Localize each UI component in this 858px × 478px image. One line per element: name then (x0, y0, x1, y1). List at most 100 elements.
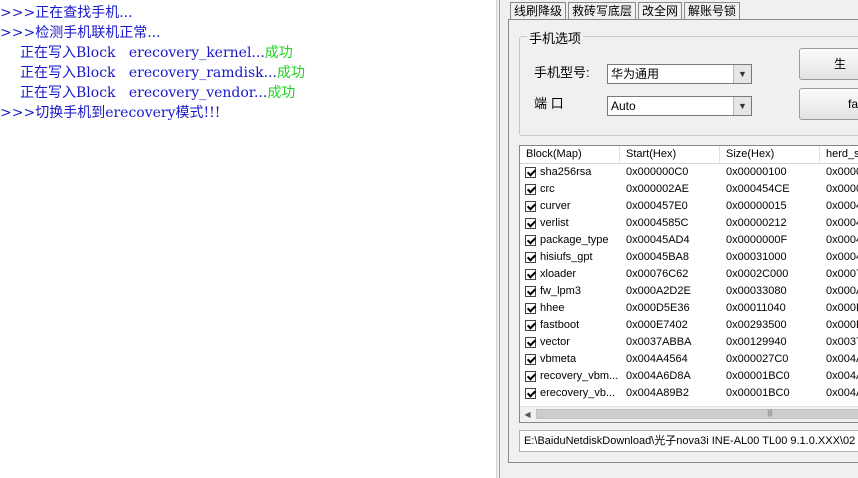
group-title: 手机选项 (527, 28, 584, 47)
block-cell: vector (520, 334, 620, 351)
table-row[interactable]: hhee 0x000D5E36 0x00011040 0x000D (520, 300, 858, 317)
table-row[interactable]: xloader 0x00076C62 0x0002C000 0x0007 (520, 266, 858, 283)
start-cell: 0x000000C0 (626, 166, 689, 178)
tab-content: 手机选项 手机型号: 华为通用 ▼ 端 口 Auto ▼ 生 fa Block(… (508, 19, 858, 463)
size-cell: 0x0002C000 (726, 268, 789, 280)
table-row[interactable]: sha256rsa 0x000000C0 0x00000100 0x0000 (520, 164, 858, 181)
column-header-herd[interactable]: herd_s (820, 146, 858, 163)
scroll-left-icon[interactable]: ◀ (520, 407, 535, 422)
row-checkbox[interactable] (525, 388, 536, 399)
start-cell: 0x004A6D8A (626, 370, 691, 382)
row-checkbox[interactable] (525, 235, 536, 246)
block-cell: vbmeta (520, 351, 620, 368)
status-success: 成功 (276, 65, 305, 81)
table-row[interactable]: verlist 0x0004585C 0x00000212 0x0004 (520, 215, 858, 232)
herd-cell: 0x004A (826, 370, 858, 382)
block-cell: recovery_vbm... (520, 368, 620, 385)
table-row[interactable]: package_type 0x00045AD4 0x0000000F 0x0004 (520, 232, 858, 249)
scrollbar-thumb[interactable]: ||| (536, 409, 858, 419)
action-button[interactable]: fa (799, 88, 858, 120)
log-line: 正在写入Block erecovery_ramdisk...成功 (20, 65, 305, 81)
size-cell: 0x00000100 (726, 166, 787, 178)
table-row[interactable]: curver 0x000457E0 0x00000015 0x0004 (520, 198, 858, 215)
tab-flash-downgrade[interactable]: 线刷降级 (510, 2, 567, 19)
table-row[interactable]: hisiufs_gpt 0x00045BA8 0x00031000 0x0004 (520, 249, 858, 266)
size-cell: 0x00011040 (726, 302, 786, 314)
row-checkbox[interactable] (525, 252, 536, 263)
herd-cell: 0x0007 (826, 268, 858, 280)
list-rows: sha256rsa 0x000000C0 0x00000100 0x0000 crc 0x… (520, 164, 858, 402)
herd-cell: 0x0037 (826, 336, 858, 348)
start-cell: 0x000457E0 (626, 200, 688, 212)
model-select[interactable]: 华为通用 ▼ (607, 64, 752, 84)
tab-unbrick[interactable]: 救砖写底层 (568, 2, 637, 19)
phone-options-group: 手机选项 手机型号: 华为通用 ▼ 端 口 Auto ▼ 生 fa (519, 28, 858, 136)
row-checkbox[interactable] (525, 167, 536, 178)
herd-cell: 0x004A (826, 387, 858, 399)
row-checkbox[interactable] (525, 201, 536, 212)
herd-cell: 0x0000 (826, 166, 858, 178)
size-cell: 0x00031000 (726, 251, 787, 263)
tab-unlock-account[interactable]: 解账号锁 (684, 2, 741, 19)
row-checkbox[interactable] (525, 354, 536, 365)
start-cell: 0x0037ABBA (626, 336, 692, 348)
start-cell: 0x00045AD4 (626, 234, 690, 246)
tab-change-network[interactable]: 改全网 (638, 2, 683, 19)
generate-button[interactable]: 生 (799, 48, 858, 80)
chevron-down-icon[interactable]: ▼ (733, 65, 751, 83)
row-checkbox[interactable] (525, 337, 536, 348)
herd-cell: 0x000A (826, 285, 858, 297)
log-output: >>>正在查找手机... >>>检测手机联机正常... 正在写入Block er… (0, 0, 496, 478)
row-checkbox[interactable] (525, 184, 536, 195)
block-cell: xloader (520, 266, 620, 283)
firmware-path-field[interactable]: E:\BaiduNetdiskDownload\光子nova3i INE-AL0… (519, 430, 858, 452)
block-name: fw_lpm3 (540, 285, 581, 297)
port-label: 端 口 (534, 96, 564, 111)
block-cell: sha256rsa (520, 164, 620, 181)
table-row[interactable]: recovery_vbm... 0x004A6D8A 0x00001BC0 0x004… (520, 368, 858, 385)
block-name: sha256rsa (540, 166, 592, 178)
horizontal-scrollbar[interactable]: ◀ ||| (520, 406, 858, 422)
block-name: vector (540, 336, 570, 348)
row-checkbox[interactable] (525, 303, 536, 314)
size-cell: 0x000027C0 (726, 353, 789, 365)
tab-bar: 线刷降级 救砖写底层 改全网 解账号锁 (510, 2, 742, 20)
block-name: crc (540, 183, 555, 195)
size-cell: 0x00033080 (726, 285, 787, 297)
start-cell: 0x000E7402 (626, 319, 688, 331)
partition-list[interactable]: Block(Map) Start(Hex) Size(Hex) herd_s s… (519, 145, 858, 423)
block-name: verlist (540, 217, 569, 229)
start-cell: 0x000D5E36 (626, 302, 690, 314)
row-checkbox[interactable] (525, 371, 536, 382)
log-line: 正在写入Block erecovery_vendor...成功 (20, 85, 296, 101)
size-cell: 0x00129940 (726, 336, 787, 348)
column-header-block[interactable]: Block(Map) (520, 146, 620, 163)
row-checkbox[interactable] (525, 286, 536, 297)
block-name: recovery_vbm... (540, 370, 619, 382)
row-checkbox[interactable] (525, 269, 536, 280)
table-row[interactable]: fw_lpm3 0x000A2D2E 0x00033080 0x000A (520, 283, 858, 300)
column-header-start[interactable]: Start(Hex) (620, 146, 720, 163)
block-cell: hhee (520, 300, 620, 317)
size-cell: 0x00001BC0 (726, 387, 790, 399)
table-row[interactable]: vbmeta 0x004A4564 0x000027C0 0x004A (520, 351, 858, 368)
port-select[interactable]: Auto ▼ (607, 96, 752, 116)
herd-cell: 0x0004 (826, 200, 858, 212)
status-success: 成功 (264, 45, 293, 61)
log-line: 正在写入Block erecovery_kernel...成功 (20, 45, 293, 61)
size-cell: 0x0000000F (726, 234, 788, 246)
table-row[interactable]: vector 0x0037ABBA 0x00129940 0x0037 (520, 334, 858, 351)
size-cell: 0x00000212 (726, 217, 787, 229)
block-name: vbmeta (540, 353, 577, 365)
size-cell: 0x000454CE (726, 183, 790, 195)
row-checkbox[interactable] (525, 320, 536, 331)
herd-cell: 0x000D (826, 302, 858, 314)
row-checkbox[interactable] (525, 218, 536, 229)
table-row[interactable]: erecovery_vb... 0x004A89B2 0x00001BC0 0x004… (520, 385, 858, 402)
chevron-down-icon[interactable]: ▼ (733, 97, 751, 115)
table-row[interactable]: crc 0x000002AE 0x000454CE 0x0000 (520, 181, 858, 198)
start-cell: 0x000A2D2E (626, 285, 691, 297)
table-row[interactable]: fastboot 0x000E7402 0x00293500 0x000E (520, 317, 858, 334)
column-header-size[interactable]: Size(Hex) (720, 146, 820, 163)
block-cell: fw_lpm3 (520, 283, 620, 300)
